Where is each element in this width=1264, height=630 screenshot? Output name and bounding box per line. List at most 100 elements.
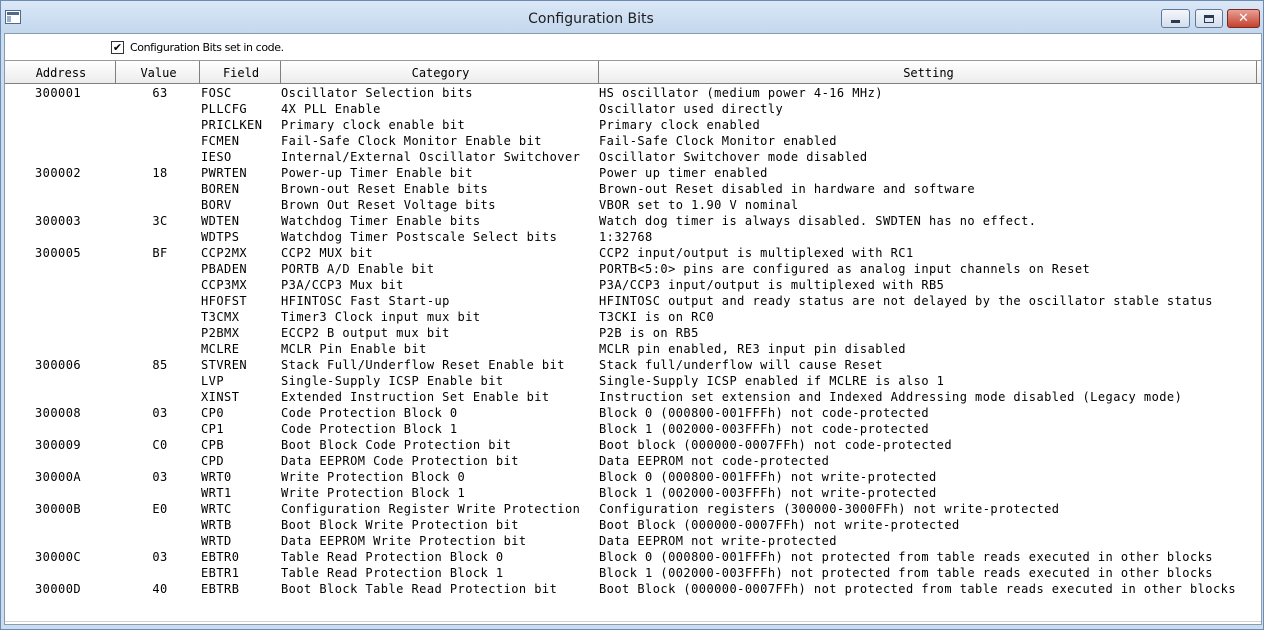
setting-cell: Fail-Safe Clock Monitor enabled (599, 134, 837, 148)
table-row[interactable]: WRTB Boot Block Write Protection bit Boot … (5, 517, 1261, 533)
column-header-address[interactable]: Address (5, 61, 116, 84)
table-row[interactable]: CCP3MX P3A/CCP3 Mux bit P3A/CCP3 input/out… (5, 277, 1261, 293)
value-cell (115, 293, 199, 309)
column-header-setting[interactable]: Setting (599, 61, 1257, 84)
table-row[interactable]: EBTR1 Table Read Protection Block 1 Block … (5, 565, 1261, 581)
table-header: Address Value Field Category Setting (5, 61, 1261, 84)
address-cell: 30000D (35, 582, 82, 596)
value-cell: C0 (152, 438, 168, 452)
maximize-button[interactable] (1195, 9, 1223, 28)
category-cell: Data EEPROM Code Protection bit (281, 454, 519, 468)
address-cell (35, 485, 115, 501)
table-row[interactable]: 30000B E0 WRTC Configuration Register Write… (5, 501, 1261, 517)
value-cell: 03 (152, 406, 168, 420)
category-cell: Brown Out Reset Voltage bits (281, 198, 496, 212)
address-cell (35, 533, 115, 549)
client-area: ✔ Configuration Bits set in code. Addres… (4, 33, 1262, 625)
value-cell: 3C (152, 214, 168, 228)
table-row[interactable]: BORV Brown Out Reset Voltage bits VBOR set… (5, 197, 1261, 213)
maximize-icon (1204, 14, 1214, 23)
field-cell: EBTRB (201, 582, 240, 596)
field-cell: BORV (201, 198, 232, 212)
table-row[interactable]: LVP Single-Supply ICSP Enable bit Single-S… (5, 373, 1261, 389)
table-row[interactable]: PLLCFG 4X PLL Enable Oscillator used direc… (5, 101, 1261, 117)
table-row[interactable]: 300003 3C WDTEN Watchdog Timer Enable bits W… (5, 213, 1261, 229)
address-cell (35, 229, 115, 245)
table-row[interactable]: 30000C 03 EBTR0 Table Read Protection Block… (5, 549, 1261, 565)
setting-cell: HFINTOSC output and ready status are not… (599, 294, 1213, 308)
table-row[interactable]: 300001 63 FOSC Oscillator Selection bits HS … (5, 85, 1261, 101)
setting-cell: HS oscillator (medium power 4-16 MHz) (599, 86, 883, 100)
value-cell (115, 309, 199, 325)
table-row[interactable]: T3CMX Timer3 Clock input mux bit T3CKI is … (5, 309, 1261, 325)
category-cell: Watchdog Timer Enable bits (281, 214, 481, 228)
address-cell: 30000C (35, 550, 82, 564)
table-row[interactable]: HFOFST HFINTOSC Fast Start-up HFINTOSC out… (5, 293, 1261, 309)
field-cell: CP1 (201, 422, 225, 436)
column-header-value[interactable]: Value (116, 61, 200, 84)
category-cell: Internal/External Oscillator Switchover (281, 150, 581, 164)
setting-cell: Single-Supply ICSP enabled if MCLRE is a… (599, 374, 945, 388)
table-row[interactable]: 300008 03 CP0 Code Protection Block 0 Block … (5, 405, 1261, 421)
address-cell (35, 421, 115, 437)
value-cell (115, 181, 199, 197)
field-cell: P2BMX (201, 326, 240, 340)
close-icon: ✕ (1238, 11, 1249, 26)
title-bar[interactable]: Configuration Bits ✕ (1, 1, 1263, 33)
table-row[interactable]: FCMEN Fail-Safe Clock Monitor Enable bit F… (5, 133, 1261, 149)
table-row[interactable]: XINST Extended Instruction Set Enable bit… (5, 389, 1261, 405)
setting-cell: Boot Block (000000-0007FFh) not write-pr… (599, 518, 960, 532)
value-cell (115, 229, 199, 245)
table-row[interactable]: PBADEN PORTB A/D Enable bit PORTB<5:0> pin… (5, 261, 1261, 277)
table-row[interactable]: 30000D 40 EBTRB Boot Block Table Read Prote… (5, 581, 1261, 597)
value-cell (115, 533, 199, 549)
category-cell: Stack Full/Underflow Reset Enable bit (281, 358, 565, 372)
table-row[interactable]: PRICLKEN Primary clock enable bit Primary … (5, 117, 1261, 133)
config-bits-in-code-option[interactable]: ✔ Configuration Bits set in code. (111, 39, 284, 55)
category-cell: Boot Block Table Read Protection bit (281, 582, 558, 596)
table-row[interactable]: CP1 Code Protection Block 1 Block 1 (00200… (5, 421, 1261, 437)
table-row[interactable]: 30000A 03 WRT0 Write Protection Block 0 Bloc… (5, 469, 1261, 485)
value-cell (115, 325, 199, 341)
table-row[interactable]: WDTPS Watchdog Timer Postscale Select bit… (5, 229, 1261, 245)
field-cell: CPD (201, 454, 225, 468)
address-cell (35, 309, 115, 325)
field-cell: WDTEN (201, 214, 240, 228)
field-cell: WRT0 (201, 470, 232, 484)
category-cell: Write Protection Block 0 (281, 470, 466, 484)
category-cell: HFINTOSC Fast Start-up (281, 294, 450, 308)
table-row[interactable]: WRTD Data EEPROM Write Protection bit Data… (5, 533, 1261, 549)
table-row[interactable]: 300009 C0 CPB Boot Block Code Protection bi… (5, 437, 1261, 453)
table-row[interactable]: MCLRE MCLR Pin Enable bit MCLR pin enabled… (5, 341, 1261, 357)
address-cell: 300009 (35, 438, 82, 452)
configuration-bits-window: Configuration Bits ✕ ✔ Configuration Bit… (0, 0, 1264, 630)
setting-cell: Configuration registers (300000-3000FFh)… (599, 502, 1060, 516)
category-cell: Boot Block Code Protection bit (281, 438, 512, 452)
table-row[interactable]: CPD Data EEPROM Code Protection bit Data E… (5, 453, 1261, 469)
minimize-button[interactable] (1161, 9, 1190, 28)
table-row[interactable]: WRT1 Write Protection Block 1 Block 1 (002… (5, 485, 1261, 501)
column-header-category[interactable]: Category (281, 61, 599, 84)
table-row[interactable]: 300002 18 PWRTEN Power-up Timer Enable bit P… (5, 165, 1261, 181)
table-row[interactable]: 300005 BF CCP2MX CCP2 MUX bit CCP2 input/out… (5, 245, 1261, 261)
address-cell (35, 341, 115, 357)
column-header-field[interactable]: Field (200, 61, 281, 84)
table-row[interactable]: BOREN Brown-out Reset Enable bits Brown-ou… (5, 181, 1261, 197)
value-cell: 03 (152, 550, 168, 564)
address-cell (35, 517, 115, 533)
category-cell: Table Read Protection Block 1 (281, 566, 504, 580)
table-row[interactable]: 300006 85 STVREN Stack Full/Underflow Reset… (5, 357, 1261, 373)
address-cell (35, 117, 115, 133)
close-button[interactable]: ✕ (1227, 9, 1260, 28)
setting-cell: Block 0 (000800-001FFFh) not code-protec… (599, 406, 930, 420)
value-cell (115, 261, 199, 277)
field-cell: EBTR1 (201, 566, 240, 580)
table-row[interactable]: IESO Internal/External Oscillator Switcho… (5, 149, 1261, 165)
config-bits-in-code-checkbox[interactable]: ✔ (111, 40, 124, 54)
setting-cell: Data EEPROM not write-protected (599, 534, 837, 548)
setting-cell: Block 0 (000800-001FFFh) not write-prote… (599, 470, 937, 484)
field-cell: PRICLKEN (201, 118, 263, 132)
address-cell (35, 133, 115, 149)
setting-cell: T3CKI is on RC0 (599, 310, 715, 324)
table-row[interactable]: P2BMX ECCP2 B output mux bit P2B is on RB5 (5, 325, 1261, 341)
